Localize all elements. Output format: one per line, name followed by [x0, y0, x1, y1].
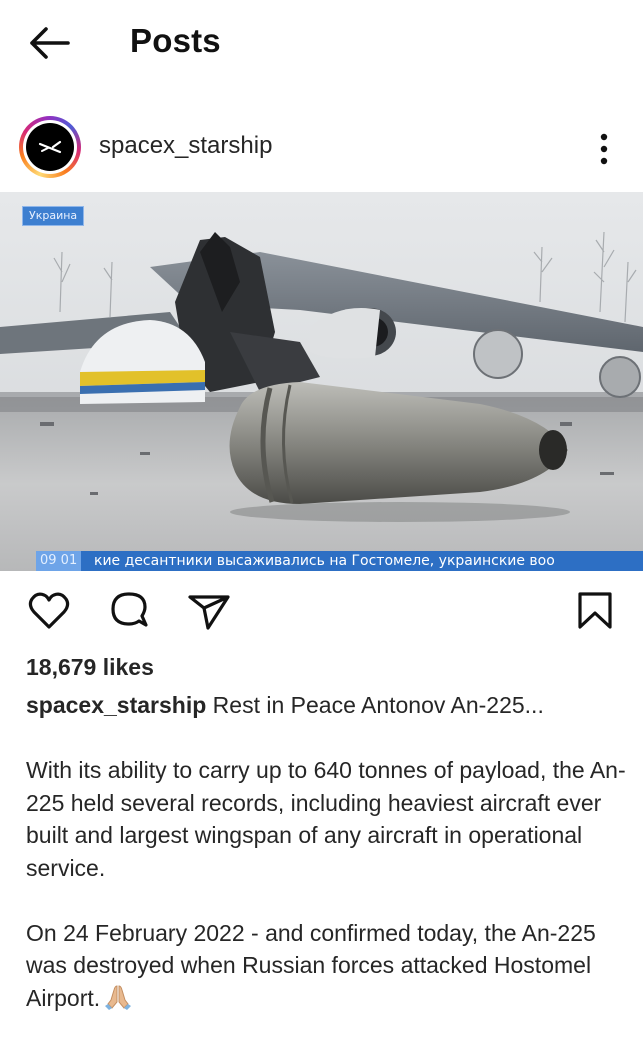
caption-username[interactable]: spacex_starship	[26, 692, 206, 718]
news-badge: Украина	[22, 206, 85, 226]
post-actions	[0, 588, 643, 638]
save-button[interactable]	[572, 588, 618, 634]
post-image[interactable]: Украина 09 01 кие десантники высаживалис…	[0, 192, 643, 571]
news-ticker: 09 01 кие десантники высаживались на Гос…	[36, 551, 643, 571]
send-icon	[188, 595, 230, 630]
back-button[interactable]	[22, 22, 78, 64]
share-button[interactable]	[186, 588, 232, 634]
bookmark-icon	[578, 592, 612, 629]
comment-icon	[111, 592, 148, 627]
avatar-border	[23, 120, 77, 174]
post-header: spacex_starship	[0, 112, 643, 184]
post-username[interactable]: spacex_starship	[99, 132, 272, 160]
top-bar: Posts	[0, 0, 643, 86]
likes-count[interactable]: 18,679 likes	[26, 654, 154, 681]
heart-icon	[28, 592, 70, 629]
more-vertical-icon	[600, 133, 608, 165]
caption-paragraph-2: With its ability to carry up to 640 tonn…	[26, 757, 626, 881]
spacex-logo-icon	[26, 123, 74, 171]
avatar[interactable]	[19, 116, 81, 178]
more-options-button[interactable]	[586, 128, 622, 168]
caption-first-line: spacex_starship Rest in Peace Antonov An…	[26, 689, 626, 722]
post-caption: spacex_starship Rest in Peace Antonov An…	[26, 689, 626, 1051]
caption-line-1: Rest in Peace Antonov An-225...	[212, 692, 544, 718]
ticker-time: 09 01	[36, 551, 82, 571]
comment-button[interactable]	[106, 588, 152, 634]
destroyed-aircraft-photo	[0, 192, 643, 571]
like-button[interactable]	[26, 588, 72, 634]
ticker-text: кие десантники высаживались на Гостомеле…	[94, 553, 555, 569]
arrow-left-icon	[30, 27, 70, 59]
folded-hands-icon	[104, 982, 132, 1019]
caption-paragraph-3: On 24 February 2022 - and confirmed toda…	[26, 917, 626, 1019]
page-title: Posts	[130, 22, 221, 59]
